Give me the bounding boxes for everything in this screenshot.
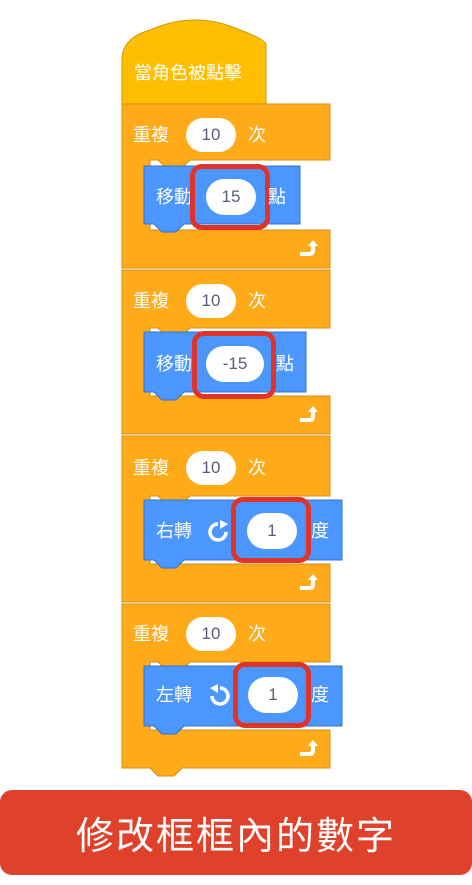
highlight-box-1 <box>190 164 270 230</box>
repeat-count-input-2[interactable]: 10 <box>186 284 236 318</box>
repeat-count-input-3[interactable]: 10 <box>186 451 236 485</box>
times-label-2[interactable]: 次 <box>248 292 266 312</box>
turn-right-label[interactable]: 右轉 <box>156 522 192 542</box>
turn-left-suffix[interactable]: 度 <box>311 686 329 706</box>
highlight-box-4 <box>233 662 311 728</box>
move-label-1[interactable]: 移動 <box>156 188 192 208</box>
repeat-label-3[interactable]: 重複 <box>133 459 169 479</box>
times-label-4[interactable]: 次 <box>248 625 266 645</box>
repeat-label-2[interactable]: 重複 <box>133 292 169 312</box>
repeat-label-1[interactable]: 重複 <box>133 126 169 146</box>
highlight-box-2 <box>192 331 276 399</box>
loop-arrow-icon <box>300 406 318 422</box>
hat-block-label[interactable]: 當角色被點擊 <box>134 64 242 84</box>
loop-arrow-icon <box>300 240 318 256</box>
repeat-count-input-1[interactable]: 10 <box>186 118 236 152</box>
move-suffix-1[interactable]: 點 <box>268 188 286 208</box>
turn-right-suffix[interactable]: 度 <box>311 522 329 542</box>
times-label-3[interactable]: 次 <box>248 459 266 479</box>
move-label-2[interactable]: 移動 <box>156 355 192 375</box>
rotate-clockwise-icon <box>208 520 228 542</box>
repeat-count-input-4[interactable]: 10 <box>186 617 236 651</box>
instruction-banner-text: 修改框框內的數字 <box>75 814 396 858</box>
turn-left-label[interactable]: 左轉 <box>156 686 192 706</box>
rotate-counterclockwise-icon <box>210 684 230 706</box>
instruction-banner: 修改框框內的數字 <box>0 790 472 875</box>
highlight-box-3 <box>231 497 311 563</box>
move-suffix-2[interactable]: 點 <box>276 355 294 375</box>
loop-arrow-icon <box>300 574 318 590</box>
hat-block-shape <box>121 19 267 105</box>
loop-arrow-icon <box>300 740 318 756</box>
repeat-label-4[interactable]: 重複 <box>133 625 169 645</box>
times-label-1[interactable]: 次 <box>248 126 266 146</box>
